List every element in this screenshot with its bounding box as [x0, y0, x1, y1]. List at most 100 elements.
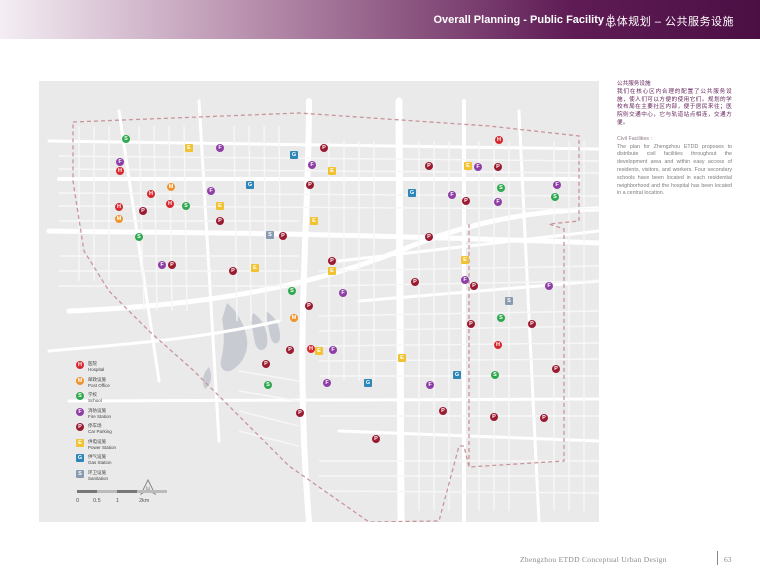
car-parking-marker[interactable]: P	[279, 232, 287, 240]
fire-station-marker[interactable]: F	[323, 379, 331, 387]
fire-station-marker[interactable]: F	[158, 261, 166, 269]
school-marker[interactable]: S	[264, 381, 272, 389]
legend-icon: M	[76, 376, 84, 385]
car-parking-marker[interactable]: P	[306, 181, 314, 189]
scale-label: 2km	[139, 498, 150, 504]
hospital-marker[interactable]: H	[166, 200, 174, 208]
scale-segment	[117, 490, 137, 493]
school-marker[interactable]: S	[497, 314, 505, 322]
school-marker[interactable]: S	[182, 202, 190, 210]
zh-title: 公共服务设施	[617, 81, 651, 87]
legend-item: E 供电设施 Power Station	[76, 438, 206, 455]
hospital-marker[interactable]: H	[147, 190, 155, 198]
legend-label-en: School	[88, 398, 102, 403]
gas-station-marker[interactable]: G	[246, 181, 254, 189]
fire-station-marker[interactable]: F	[474, 163, 482, 171]
fire-station-marker[interactable]: F	[207, 187, 215, 195]
car-parking-marker[interactable]: P	[552, 365, 560, 373]
fire-station-marker[interactable]: F	[216, 144, 224, 152]
car-parking-marker[interactable]: P	[305, 302, 313, 310]
fire-station-marker[interactable]: F	[448, 191, 456, 199]
power-station-marker[interactable]: E	[185, 144, 193, 152]
legend-label-en: Post Office	[88, 382, 110, 388]
legend-icon: P	[76, 423, 84, 431]
gas-station-marker[interactable]: G	[408, 189, 416, 197]
map-panel[interactable]: N 0 0.5 1 2km H医院HospitalM邮政设施Post Offic…	[39, 81, 599, 522]
car-parking-marker[interactable]: P	[490, 413, 498, 421]
car-parking-marker[interactable]: P	[425, 162, 433, 170]
scale-label: 0.5	[93, 498, 101, 504]
power-station-marker[interactable]: E	[464, 162, 472, 170]
fire-station-marker[interactable]: F	[116, 158, 124, 166]
car-parking-marker[interactable]: P	[528, 320, 536, 328]
legend-item: F 消防设施 Fire Station	[76, 407, 206, 424]
car-parking-marker[interactable]: P	[328, 257, 336, 265]
school-marker[interactable]: S	[122, 135, 130, 143]
car-parking-marker[interactable]: P	[286, 346, 294, 354]
car-parking-marker[interactable]: P	[296, 409, 304, 417]
car-parking-marker[interactable]: P	[439, 407, 447, 415]
legend-item: M 邮政设施 Post Office	[76, 376, 206, 393]
sanitation-marker[interactable]: S	[505, 297, 513, 305]
fire-station-marker[interactable]: F	[545, 282, 553, 290]
car-parking-marker[interactable]: P	[494, 163, 502, 171]
legend-icon: G	[76, 454, 84, 462]
hospital-marker[interactable]: H	[494, 341, 502, 349]
car-parking-marker[interactable]: P	[470, 282, 478, 290]
school-marker[interactable]: S	[135, 233, 143, 241]
car-parking-marker[interactable]: P	[229, 267, 237, 275]
fire-station-marker[interactable]: F	[553, 181, 561, 189]
power-station-marker[interactable]: E	[310, 217, 318, 225]
car-parking-marker[interactable]: P	[372, 435, 380, 443]
hospital-marker[interactable]: H	[116, 167, 124, 175]
power-station-marker[interactable]: E	[461, 256, 469, 264]
hospital-marker[interactable]: H	[495, 136, 503, 144]
legend-item: S 学校 School	[76, 392, 206, 408]
footer-divider	[717, 551, 718, 565]
legend-label-en: Gas Station	[88, 460, 112, 465]
legend-label-en: Power Station	[88, 444, 117, 450]
car-parking-marker[interactable]: P	[411, 278, 419, 286]
power-station-marker[interactable]: E	[251, 264, 259, 272]
sanitation-marker[interactable]: S	[266, 231, 274, 239]
school-marker[interactable]: S	[497, 184, 505, 192]
car-parking-marker[interactable]: P	[540, 414, 548, 422]
power-station-marker[interactable]: E	[216, 202, 224, 210]
car-parking-marker[interactable]: P	[425, 233, 433, 241]
post-office-marker[interactable]: M	[167, 183, 175, 191]
hospital-marker[interactable]: H	[115, 203, 123, 211]
fire-station-marker[interactable]: F	[426, 381, 434, 389]
power-station-marker[interactable]: E	[328, 267, 336, 275]
gas-station-marker[interactable]: G	[290, 151, 298, 159]
map-legend: H 医院 Hospital M 邮政设施 Post Office S 学校 School F 消防设…	[76, 361, 206, 485]
school-marker[interactable]: S	[551, 193, 559, 201]
fire-station-marker[interactable]: F	[494, 198, 502, 206]
gas-station-marker[interactable]: G	[453, 371, 461, 379]
car-parking-marker[interactable]: P	[168, 261, 176, 269]
power-station-marker[interactable]: E	[315, 347, 323, 355]
page-number: 63	[724, 555, 732, 564]
car-parking-marker[interactable]: P	[462, 197, 470, 205]
hospital-marker[interactable]: H	[307, 345, 315, 353]
fire-station-marker[interactable]: F	[339, 289, 347, 297]
legend-label-en: Fire Station	[88, 413, 112, 419]
fire-station-marker[interactable]: F	[329, 346, 337, 354]
zh-body: 我们在核心区内合理的配置了公共服务设施，使人们可以方便的使用它们。规划的学校布局…	[617, 88, 732, 126]
car-parking-marker[interactable]: P	[139, 207, 147, 215]
post-office-marker[interactable]: M	[290, 314, 298, 322]
legend-item: H 医院 Hospital	[76, 361, 206, 377]
car-parking-marker[interactable]: P	[467, 320, 475, 328]
school-marker[interactable]: S	[491, 371, 499, 379]
gas-station-marker[interactable]: G	[364, 379, 372, 387]
power-station-marker[interactable]: E	[328, 167, 336, 175]
car-parking-marker[interactable]: P	[320, 144, 328, 152]
fire-station-marker[interactable]: F	[308, 161, 316, 169]
post-office-marker[interactable]: M	[115, 215, 123, 223]
school-marker[interactable]: S	[288, 287, 296, 295]
fire-station-marker[interactable]: F	[461, 276, 469, 284]
scale-segment	[137, 490, 167, 493]
car-parking-marker[interactable]: P	[216, 217, 224, 225]
scale-segment	[97, 490, 117, 493]
car-parking-marker[interactable]: P	[262, 360, 270, 368]
power-station-marker[interactable]: E	[398, 354, 406, 362]
